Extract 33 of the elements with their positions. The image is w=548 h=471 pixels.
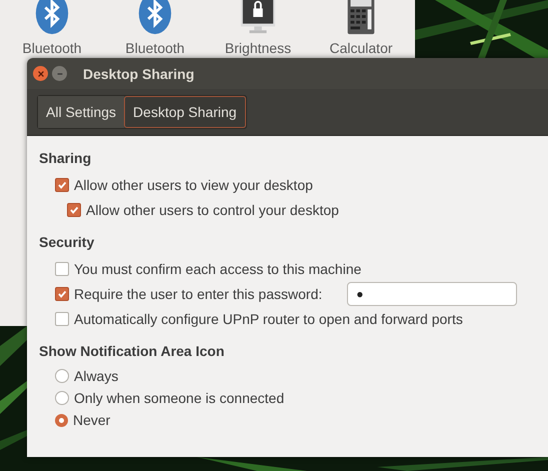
bluetooth-icon[interactable] bbox=[33, 0, 71, 36]
option-label[interactable]: Never bbox=[73, 412, 110, 428]
checkbox[interactable] bbox=[55, 286, 69, 300]
app-label[interactable]: Brightness bbox=[224, 40, 292, 56]
app-label[interactable]: Bluetooth bbox=[22, 40, 82, 56]
window-title: Desktop Sharing bbox=[83, 66, 194, 82]
radio-button[interactable] bbox=[55, 391, 69, 405]
checkbox[interactable] bbox=[55, 312, 69, 326]
radio-button[interactable] bbox=[55, 414, 68, 426]
breadcrumb-button[interactable]: All Settings bbox=[38, 96, 124, 128]
monitor-lock-icon[interactable] bbox=[239, 0, 277, 36]
app-label[interactable]: Bluetooth bbox=[125, 40, 185, 56]
section-heading: Show Notification Area Icon bbox=[39, 343, 226, 359]
option-label[interactable]: Automatically configure UPnP router to open and forward ports bbox=[74, 310, 463, 326]
section-heading: Security bbox=[39, 234, 96, 250]
app-label[interactable]: Calculator bbox=[329, 40, 393, 56]
option-label[interactable]: Allow other users to view your desktop bbox=[74, 176, 313, 192]
bluetooth-icon[interactable] bbox=[136, 0, 174, 36]
checkbox[interactable] bbox=[55, 178, 69, 192]
option-label[interactable]: Only when someone is connected bbox=[74, 390, 284, 406]
option-label[interactable]: Allow other users to control your desktop bbox=[86, 202, 339, 218]
checkbox[interactable] bbox=[67, 202, 81, 216]
close-icon bbox=[36, 70, 44, 78]
radio-button[interactable] bbox=[55, 369, 69, 383]
close-button[interactable] bbox=[33, 66, 48, 81]
option-label[interactable]: Always bbox=[74, 368, 118, 384]
password-field[interactable]: ● bbox=[347, 282, 518, 306]
section-heading: Sharing bbox=[39, 150, 92, 166]
option-label[interactable]: Require the user to enter this password: bbox=[74, 286, 322, 302]
option-label[interactable]: You must confirm each access to this machine bbox=[74, 260, 362, 276]
breadcrumb-button[interactable]: Desktop Sharing bbox=[124, 96, 246, 128]
checkbox[interactable] bbox=[55, 262, 69, 276]
minimize-button[interactable] bbox=[52, 66, 67, 81]
